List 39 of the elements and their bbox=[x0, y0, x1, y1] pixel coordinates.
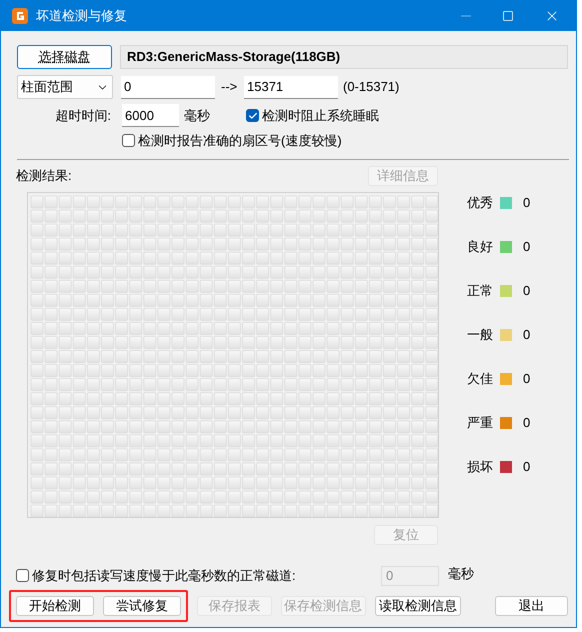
legend-label: 严重 bbox=[467, 414, 494, 432]
checkbox-label: 修复时包括读写速度慢于此毫秒数的正常磁道: bbox=[32, 566, 296, 585]
legend-count: 0 bbox=[523, 458, 530, 476]
action-button[interactable]: 开始检测 bbox=[16, 596, 94, 616]
legend-count: 0 bbox=[523, 414, 530, 432]
legend-count: 0 bbox=[523, 238, 530, 256]
select-disk-button[interactable]: 选择磁盘 bbox=[17, 45, 112, 69]
threshold-unit: 毫秒 bbox=[448, 564, 474, 583]
range-from-field[interactable]: 0 bbox=[121, 76, 215, 98]
legend-label: 优秀 bbox=[467, 194, 494, 212]
action-button[interactable]: 尝试修复 bbox=[103, 596, 181, 616]
results-label: 检测结果: bbox=[16, 166, 72, 185]
legend-label: 良好 bbox=[467, 238, 494, 256]
checkbox[interactable] bbox=[246, 109, 259, 122]
range-hint: (0-15371) bbox=[343, 78, 400, 96]
timeout-unit: 毫秒 bbox=[184, 106, 210, 125]
disk-name-field: RD3:GenericMass-Storage(118GB) bbox=[120, 45, 568, 69]
legend-count: 0 bbox=[523, 194, 530, 212]
legend-label: 损坏 bbox=[467, 458, 494, 476]
action-button[interactable]: 退出 bbox=[495, 596, 568, 616]
window-title: 坏道检测与修复 bbox=[36, 7, 127, 26]
legend-count: 0 bbox=[523, 370, 530, 388]
legend-label: 一般 bbox=[467, 326, 494, 344]
app-logo-icon bbox=[12, 8, 28, 24]
checkbox[interactable] bbox=[122, 134, 135, 148]
maximize-icon[interactable] bbox=[502, 10, 514, 22]
legend-label: 欠佳 bbox=[467, 370, 494, 388]
checkbox-label: 检测时阻止系统睡眠 bbox=[262, 106, 379, 125]
legend-count: 0 bbox=[523, 282, 530, 300]
checkbox-label: 检测时报告准确的扇区号(速度较慢) bbox=[138, 132, 342, 150]
action-button[interactable]: 读取检测信息 bbox=[374, 596, 462, 616]
legend-label: 正常 bbox=[467, 282, 494, 300]
legend-count: 0 bbox=[523, 326, 530, 344]
range-arrow: --> bbox=[221, 78, 238, 96]
range-to-field[interactable]: 15371 bbox=[244, 76, 338, 98]
range-dropdown[interactable]: 柱面范围 bbox=[17, 75, 113, 99]
timeout-label: 超时时间: bbox=[54, 106, 112, 125]
timeout-field[interactable]: 6000 bbox=[122, 104, 179, 127]
check-icon bbox=[248, 110, 258, 120]
